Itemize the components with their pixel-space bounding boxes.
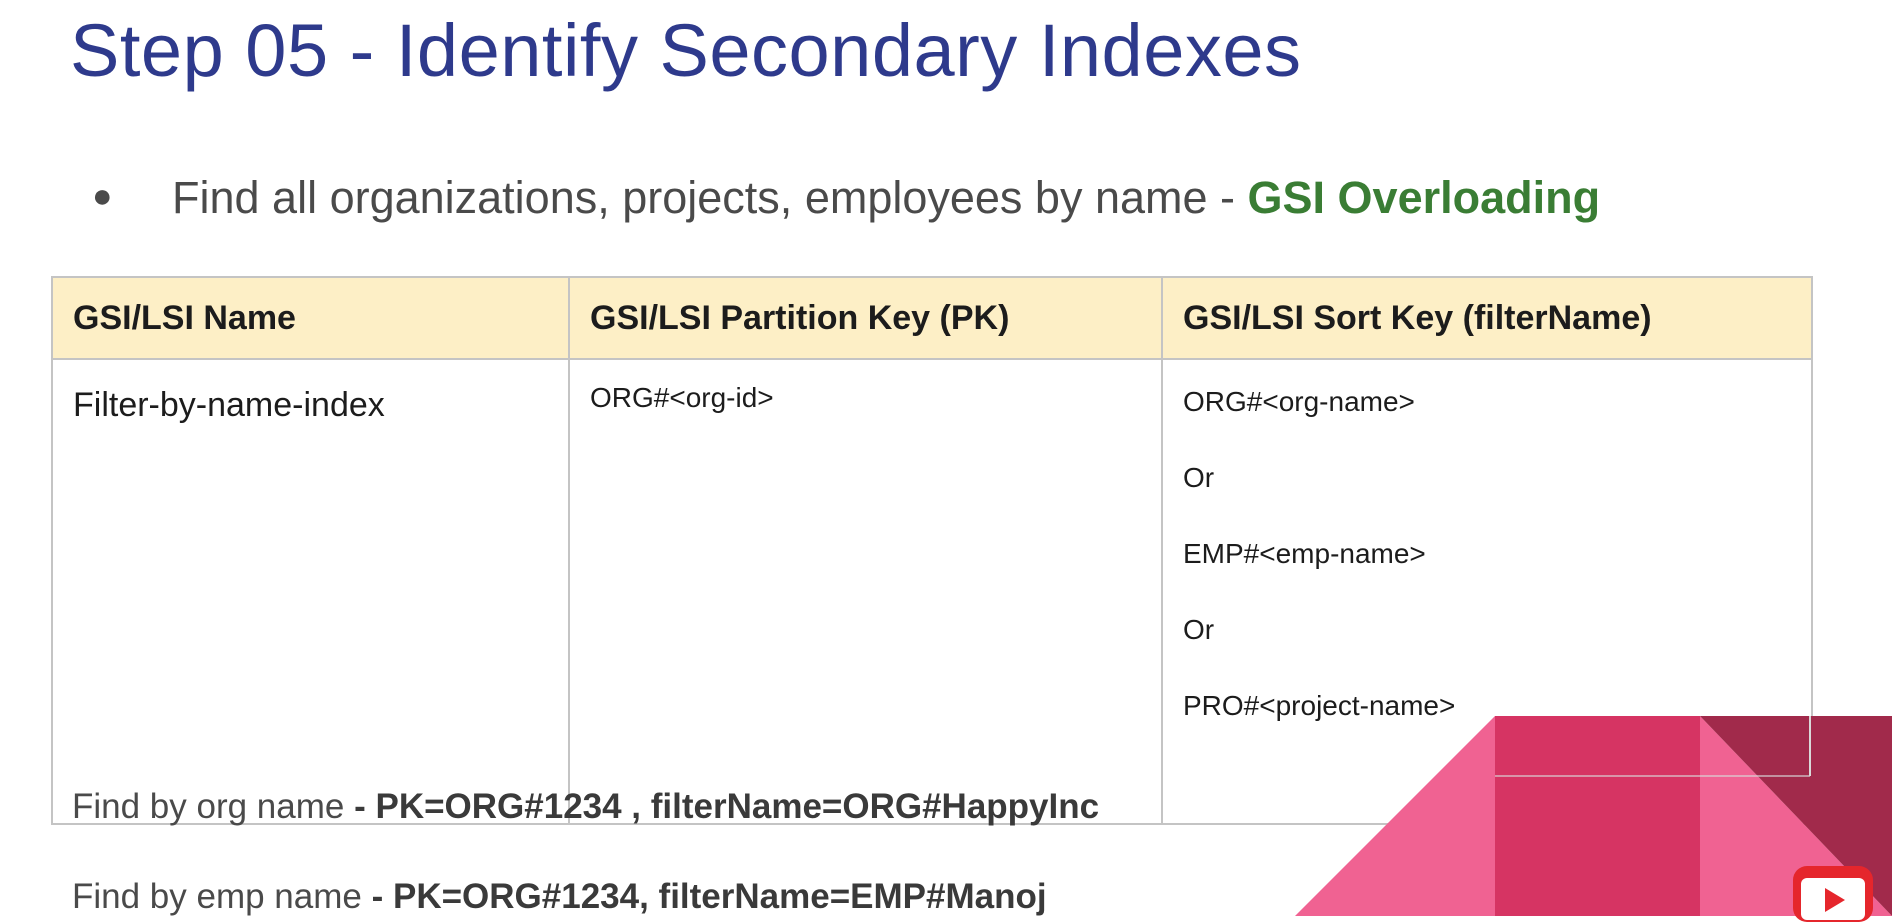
cell-sort-key: ORG#<org-name> Or EMP#<emp-name> Or PRO#…	[1161, 358, 1813, 825]
slide-title: Step 05 - Identify Secondary Indexes	[70, 9, 1302, 92]
sort-key-line: EMP#<emp-name>	[1183, 538, 1426, 569]
bullet-dot-icon: ●	[92, 177, 113, 215]
note-find-by-org: Find by org name - PK=ORG#1234 , filterN…	[72, 787, 1099, 827]
cell-partition-key: ORG#<org-id>	[568, 358, 1163, 825]
table-header-row: GSI/LSI Name GSI/LSI Partition Key (PK) …	[51, 276, 1813, 360]
header-sort-key: GSI/LSI Sort Key (filterName)	[1161, 276, 1813, 360]
table-row: Filter-by-name-index ORG#<org-id> ORG#<o…	[51, 358, 1813, 825]
sort-key-line: Or	[1183, 614, 1215, 645]
note-value: - PK=ORG#1234 , filterName=ORG#HappyInc	[354, 787, 1100, 826]
youtube-play-icon[interactable]	[1793, 866, 1873, 922]
note-label: Find by org name	[72, 787, 355, 826]
header-partition-key: GSI/LSI Partition Key (PK)	[568, 276, 1163, 360]
cell-index-name: Filter-by-name-index	[51, 358, 570, 825]
note-find-by-emp: Find by emp name - PK=ORG#1234, filterNa…	[72, 877, 1047, 917]
note-value: - PK=ORG#1234, filterName=EMP#Manoj	[371, 877, 1047, 916]
bullet-highlight: GSI Overloading	[1247, 172, 1601, 223]
sort-key-line: PRO#<project-name>	[1183, 690, 1456, 721]
note-label: Find by emp name	[72, 877, 372, 916]
bullet-text: Find all organizations, projects, employ…	[172, 172, 1248, 223]
header-gsi-name: GSI/LSI Name	[51, 276, 570, 360]
sort-key-line: ORG#<org-name>	[1183, 386, 1415, 417]
sort-key-line: Or	[1183, 462, 1215, 493]
secondary-index-table: GSI/LSI Name GSI/LSI Partition Key (PK) …	[51, 276, 1813, 825]
bullet-point: ● Find all organizations, projects, emplo…	[92, 172, 1600, 224]
